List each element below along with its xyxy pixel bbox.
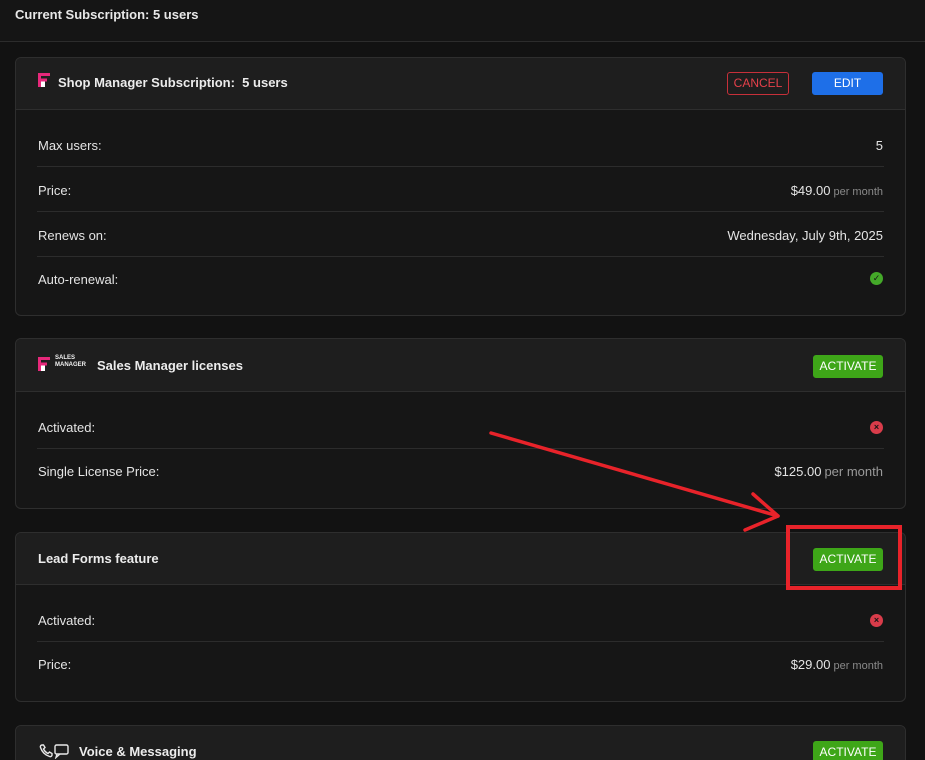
sales-manager-rows: Activated: × Single License Price: $125.… [37, 392, 884, 508]
max-users-value: 5 [875, 138, 883, 153]
renews-on-label: Renews on: [38, 228, 107, 243]
auto-renewal-label: Auto-renewal: [38, 272, 119, 287]
subscription-page: Current Subscription: 5 users Shop Manag… [0, 0, 925, 760]
sales-manager-header: SALES MANAGER Sales Manager licenses ACT… [16, 339, 905, 392]
lf-price-value: $29.00 [790, 657, 831, 672]
top-bar: Current Subscription: 5 users [0, 0, 925, 42]
voice-messaging-header: Voice & Messaging ACTIVATE [16, 726, 905, 760]
lf-price-value-group: $29.00 per month [791, 657, 883, 672]
sales-manager-logo-text: SALES MANAGER [55, 355, 86, 369]
sales-manager-logo-icon [38, 357, 50, 371]
sales-manager-title: Sales Manager licenses [97, 358, 243, 373]
sales-manager-logo-word-1: SALES [55, 355, 76, 361]
sm-activated-label: Activated: [38, 420, 96, 435]
voice-messaging-card: Voice & Messaging ACTIVATE [15, 725, 906, 760]
lf-price-label: Price: [38, 657, 72, 672]
auto-renewal-row: Auto-renewal: ✓ [37, 257, 884, 301]
renews-on-row: Renews on: Wednesday, July 9th, 2025 [37, 212, 884, 257]
lead-forms-activate-button[interactable]: ACTIVATE [813, 548, 883, 571]
price-value-group: $49.00 per month [791, 183, 883, 198]
sm-price-value: $125.00 [774, 464, 822, 479]
lf-price-row: Price: $29.00 per month [37, 642, 884, 687]
shop-manager-title: Shop Manager Subscription: 5 users [58, 75, 288, 90]
lead-forms-title: Lead Forms feature [38, 551, 159, 566]
voice-messaging-title: Voice & Messaging [79, 744, 197, 759]
lead-forms-header: Lead Forms feature ACTIVATE [16, 533, 905, 585]
lf-price-unit: per month [833, 660, 883, 672]
lead-forms-rows: Activated: × Price: $29.00 per month [37, 585, 884, 701]
max-users-row: Max users: 5 [37, 110, 884, 167]
sm-price-value-group: $125.00 per month [774, 464, 883, 479]
page-title: Current Subscription: 5 users [15, 7, 199, 22]
sm-price-unit: per month [824, 464, 883, 479]
lf-activated-label: Activated: [38, 613, 96, 628]
sales-manager-activate-button[interactable]: ACTIVATE [813, 355, 883, 378]
sm-activated-row: Activated: × [37, 392, 884, 449]
voice-activate-button[interactable]: ACTIVATE [813, 741, 883, 760]
renews-on-value: Wednesday, July 9th, 2025 [727, 228, 883, 243]
cancel-button[interactable]: CANCEL [727, 72, 789, 95]
sales-manager-logo-word-2: MANAGER [55, 362, 86, 368]
price-unit: per month [833, 186, 883, 198]
phone-chat-icon [39, 744, 69, 759]
sm-price-label: Single License Price: [38, 464, 160, 479]
price-label: Price: [38, 183, 72, 198]
lf-activated-row: Activated: × [37, 585, 884, 642]
edit-button[interactable]: EDIT [812, 72, 883, 95]
price-value: $49.00 [790, 183, 831, 198]
x-circle-icon: × [870, 614, 883, 627]
max-users-label: Max users: [38, 138, 102, 153]
price-row: Price: $49.00 per month [37, 167, 884, 212]
shop-manager-header: Shop Manager Subscription: 5 users CANCE… [16, 58, 905, 110]
shop-manager-rows: Max users: 5 Price: $49.00 per month Rene… [37, 110, 884, 315]
sm-price-row: Single License Price: $125.00 per month [37, 449, 884, 494]
x-circle-icon: × [870, 421, 883, 434]
check-circle-icon: ✓ [870, 272, 883, 285]
shop-manager-logo-icon [38, 73, 50, 87]
